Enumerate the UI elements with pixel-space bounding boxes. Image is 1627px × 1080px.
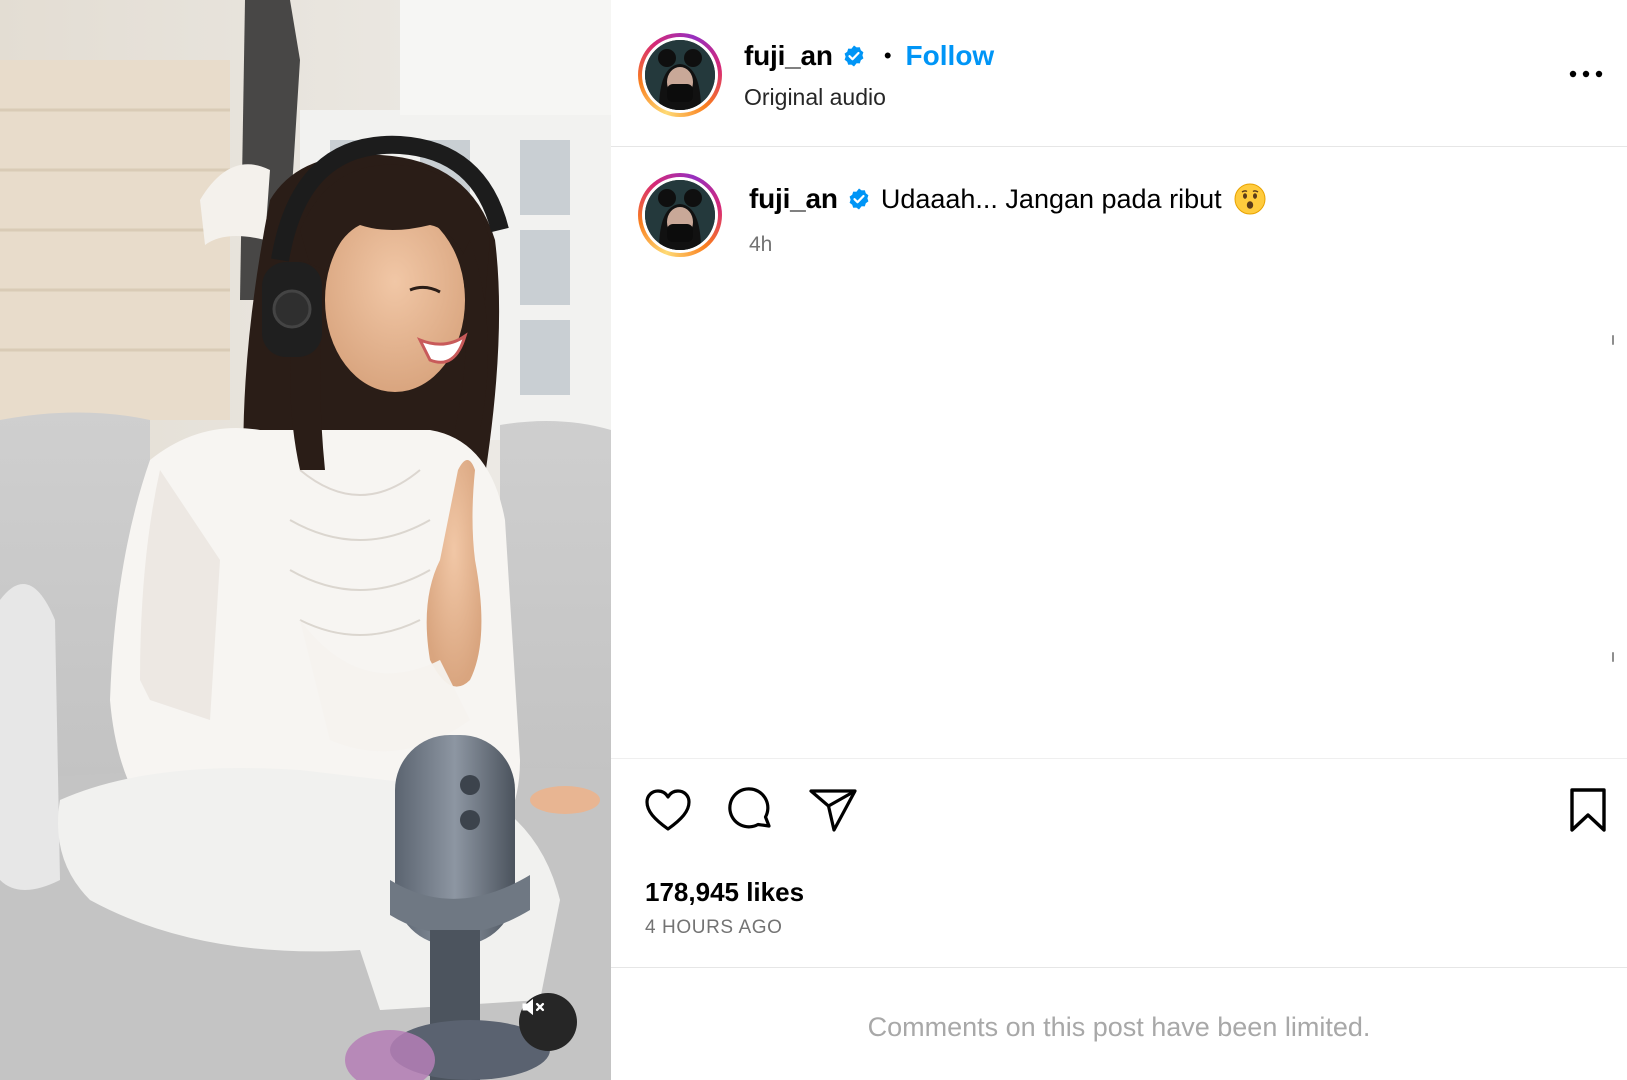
separator-dot: • bbox=[883, 43, 892, 68]
author-username[interactable]: fuji_an bbox=[744, 40, 833, 72]
more-options-button[interactable] bbox=[1562, 58, 1610, 90]
avatar-image bbox=[645, 180, 715, 250]
video-frame bbox=[0, 0, 611, 1080]
verified-badge-icon bbox=[842, 44, 866, 68]
more-options-icon bbox=[1568, 65, 1604, 83]
post-header: fuji_an • Follow Original audio bbox=[611, 0, 1627, 147]
paper-plane-icon bbox=[808, 787, 858, 838]
header-user-line: fuji_an • Follow bbox=[744, 40, 994, 72]
avatar-image bbox=[645, 40, 715, 110]
mute-toggle-button[interactable] bbox=[519, 993, 577, 1051]
post-video[interactable] bbox=[0, 0, 611, 1080]
heart-icon bbox=[644, 788, 692, 837]
comment-icon bbox=[727, 786, 775, 839]
share-button[interactable] bbox=[807, 787, 859, 837]
follow-button[interactable]: Follow bbox=[906, 40, 995, 72]
caption-author-avatar[interactable] bbox=[638, 173, 722, 257]
instagram-post-view: fuji_an • Follow Original audio fuji_an … bbox=[0, 0, 1627, 1080]
post-details-panel: fuji_an • Follow Original audio fuji_an … bbox=[611, 0, 1627, 1080]
bookmark-icon bbox=[1568, 787, 1608, 838]
caption-line: fuji_an Udaaah... Jangan pada ribut bbox=[749, 183, 1266, 215]
post-age: 4 HOURS AGO bbox=[645, 917, 783, 938]
caption-text: Udaaah... Jangan pada ribut bbox=[880, 183, 1222, 214]
caption-username[interactable]: fuji_an bbox=[749, 183, 838, 215]
likes-count[interactable]: 178,945 likes bbox=[645, 877, 804, 908]
scroll-indicator bbox=[1612, 652, 1614, 662]
like-button[interactable] bbox=[643, 787, 693, 837]
post-actions-section: 178,945 likes 4 HOURS AGO bbox=[611, 758, 1627, 968]
original-audio-link[interactable]: Original audio bbox=[744, 84, 886, 111]
author-avatar[interactable] bbox=[638, 33, 722, 117]
scroll-indicator bbox=[1612, 335, 1614, 345]
caption-timestamp: 4h bbox=[749, 233, 773, 256]
save-button[interactable] bbox=[1565, 787, 1611, 837]
comment-button[interactable] bbox=[726, 786, 776, 839]
comments-limited-notice: Comments on this post have been limited. bbox=[867, 1012, 1371, 1042]
hushed-face-emoji bbox=[1234, 183, 1266, 215]
verified-badge-icon bbox=[847, 187, 871, 211]
